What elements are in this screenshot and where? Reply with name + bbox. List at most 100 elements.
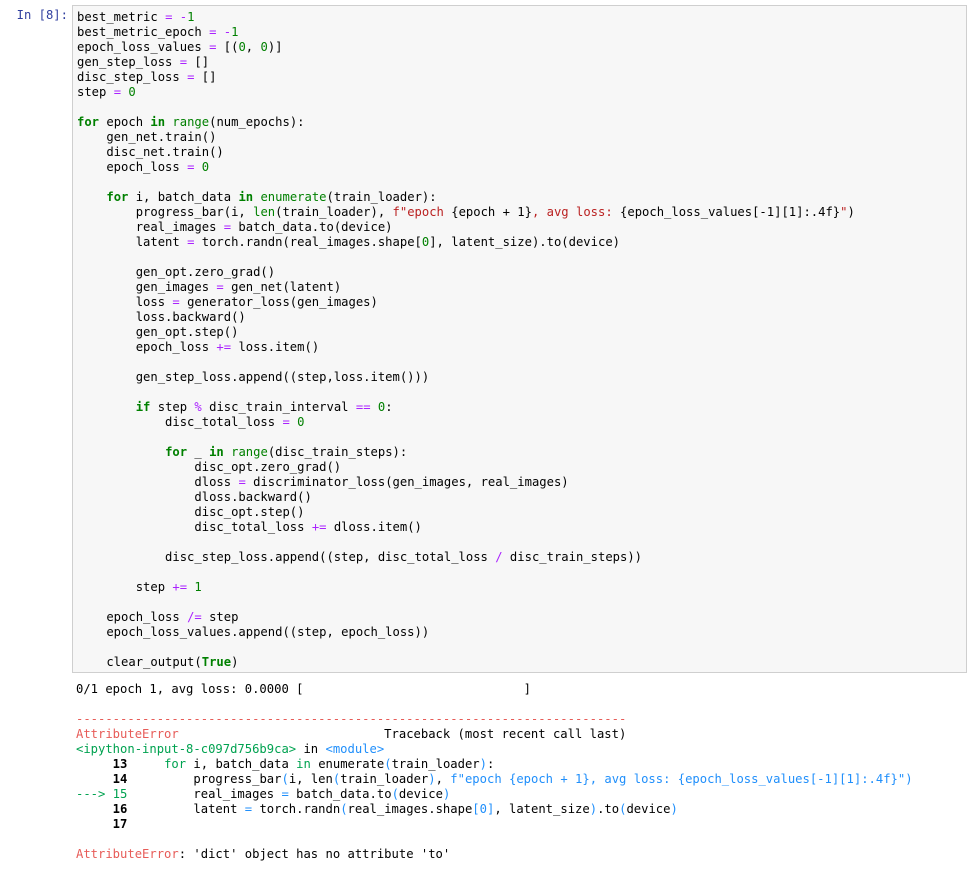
code-token: - <box>179 10 188 24</box>
code-token: = <box>282 415 290 429</box>
code-token: step <box>77 580 173 594</box>
code-token: += <box>216 340 232 354</box>
code-token: dloss.backward() <box>77 490 312 504</box>
traceback-line: <ipython-input-8-c097d756b9ca> in <modul… <box>76 742 971 757</box>
code-token: enumerate <box>310 757 385 771</box>
code-token: batch_data <box>288 787 370 801</box>
code-token: device <box>398 787 443 801</box>
traceback-line: ----------------------------------------… <box>76 712 971 727</box>
code-token: real_images <box>77 220 224 234</box>
code-line: for i, batch_data in enumerate(train_loa… <box>77 190 966 205</box>
code-token: len <box>253 205 276 219</box>
code-line: disc_opt.step() <box>77 505 966 520</box>
code-token: . <box>428 802 436 816</box>
code-line: epoch_loss += loss.item() <box>77 340 966 355</box>
code-token: real_images <box>347 802 429 816</box>
code-token: = <box>172 295 180 309</box>
code-token: ) <box>428 772 436 786</box>
code-token: 0 <box>260 40 268 54</box>
input-prompt: In [8]: <box>16 8 68 22</box>
code-editor[interactable]: best_metric = -1 best_metric_epoch = -1 ep… <box>73 6 966 670</box>
code-token: dloss.item() <box>326 520 422 534</box>
code-token: gen_opt.zero_grad() <box>77 265 276 279</box>
code-token: train_loader <box>391 757 480 771</box>
code-token: latent <box>77 235 188 249</box>
code-token: best_metric <box>77 10 166 24</box>
code-token: disc_step_loss.append((step, disc_total_… <box>77 550 496 564</box>
code-token: to <box>604 802 620 816</box>
code-line: disc_net.train() <box>77 145 966 160</box>
code-token: ) <box>670 802 678 816</box>
code-token: epoch_loss <box>77 610 188 624</box>
code-token: range <box>172 115 210 129</box>
code-token: += <box>311 520 327 534</box>
traceback-line: ---> 15 real_images = batch_data.to(devi… <box>76 787 971 802</box>
code-token: (train_loader): <box>326 190 437 204</box>
code-token: if <box>135 400 151 414</box>
code-token: , <box>435 772 451 786</box>
code-token: 14 <box>76 772 128 786</box>
code-line: loss = generator_loss(gen_images) <box>77 295 966 310</box>
code-token: _ <box>187 445 210 459</box>
code-token: 16 <box>76 802 128 816</box>
code-token: gen_opt.step() <box>77 325 239 339</box>
code-token: = <box>113 85 122 99</box>
code-token: latent_size <box>509 802 590 816</box>
code-token: to <box>376 787 392 801</box>
code-line: disc_opt.zero_grad() <box>77 460 966 475</box>
code-token: gen_step_loss <box>77 55 180 69</box>
code-token: disc_train_interval <box>201 400 356 414</box>
code-line: step += 1 <box>77 580 966 595</box>
code-cell[interactable]: best_metric = -1 best_metric_epoch = -1 ep… <box>72 5 967 673</box>
code-line: epoch_loss_values = [(0, 0)] <box>77 40 966 55</box>
code-token: torch <box>252 802 297 816</box>
code-token: <ipython-input-8-c097d756b9ca> <box>76 742 297 756</box>
code-token: shape <box>435 802 473 816</box>
code-token: dloss <box>77 475 239 489</box>
code-line: epoch_loss = 0 <box>77 160 966 175</box>
code-token: epoch_loss_values <box>77 40 210 54</box>
code-token: = <box>216 280 224 294</box>
code-token: [] <box>187 55 210 69</box>
code-line: disc_step_loss = [] <box>77 70 966 85</box>
code-token: ( <box>281 772 289 786</box>
code-token: f"epoch <box>392 205 452 219</box>
code-token: /= <box>187 610 202 624</box>
code-token: disc_opt.zero_grad() <box>77 460 342 474</box>
code-token: gen_step_loss.append((step,loss.item())) <box>77 370 430 384</box>
code-token: for <box>165 445 188 459</box>
code-token: (disc_train_steps): <box>267 445 408 459</box>
code-token: step <box>201 610 239 624</box>
code-token: step <box>77 85 114 99</box>
code-token: , <box>245 40 261 54</box>
code-token: for <box>77 115 100 129</box>
code-token: , <box>296 772 311 786</box>
code-token: 1 <box>187 10 195 24</box>
code-token: % <box>194 400 202 414</box>
code-token: range <box>231 445 268 459</box>
code-token: train() <box>172 145 224 159</box>
code-token: best_metric_epoch <box>77 25 210 39</box>
code-token: batch_data.to(device) <box>231 220 393 234</box>
code-line: best_metric = -1 <box>77 10 966 25</box>
code-token: progress_bar(i, <box>77 205 254 219</box>
code-token: Traceback (most recent call last) <box>178 727 627 741</box>
code-token: AttributeError <box>76 847 179 861</box>
code-token: [] <box>194 70 217 84</box>
code-token: [ <box>472 802 480 816</box>
code-token: device <box>626 802 671 816</box>
code-token: ( <box>391 787 399 801</box>
code-line: latent = torch.randn(real_images.shape[0… <box>77 235 966 250</box>
code-token: epoch <box>99 115 151 129</box>
code-token: AttributeError <box>76 727 179 741</box>
code-line: real_images = batch_data.to(device) <box>77 220 966 235</box>
